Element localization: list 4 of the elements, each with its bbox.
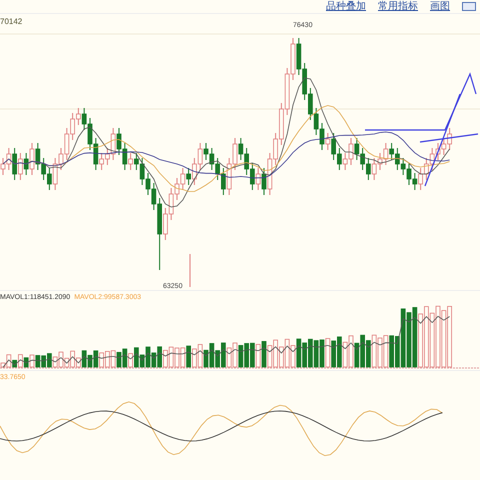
toolbar-link[interactable]: 画图 xyxy=(430,0,450,12)
toolbar-link[interactable]: 品种叠加 xyxy=(326,0,366,12)
indicator-value: 70142 xyxy=(0,16,22,28)
toolbar-link[interactable]: 常用指标 xyxy=(378,0,418,12)
